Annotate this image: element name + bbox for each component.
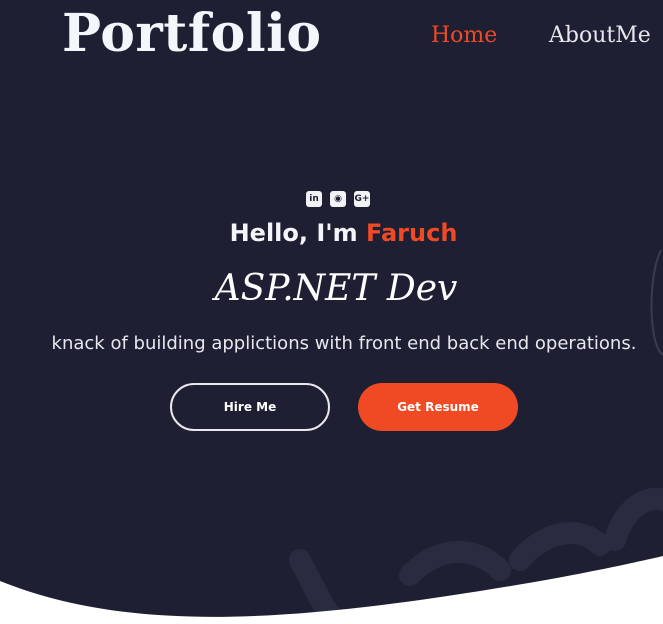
greeting-prefix: Hello, I'm: [229, 219, 366, 247]
social-links: in ◉ G+: [306, 191, 370, 207]
tagline-text: knack of building applictions with front…: [51, 333, 637, 354]
bottom-wave: [0, 556, 663, 624]
nav-home-link[interactable]: Home: [431, 22, 497, 50]
linkedin-icon[interactable]: in: [306, 191, 322, 207]
greeting-name: Faruch: [366, 219, 458, 247]
role-title: ASP.NET Dev: [214, 268, 458, 309]
nav-aboutme-link[interactable]: AboutMe: [549, 22, 651, 50]
get-resume-button[interactable]: Get Resume: [358, 383, 518, 431]
hero-section: Portfolio Home AboutMe in ◉ G+ Hello, I'…: [0, 0, 663, 624]
hire-me-button[interactable]: Hire Me: [170, 383, 330, 431]
greeting-heading: Hello, I'm Faruch: [0, 216, 663, 250]
site-logo[interactable]: Portfolio: [62, 2, 322, 66]
google-plus-icon[interactable]: G+: [354, 191, 370, 207]
github-icon[interactable]: ◉: [330, 191, 346, 207]
